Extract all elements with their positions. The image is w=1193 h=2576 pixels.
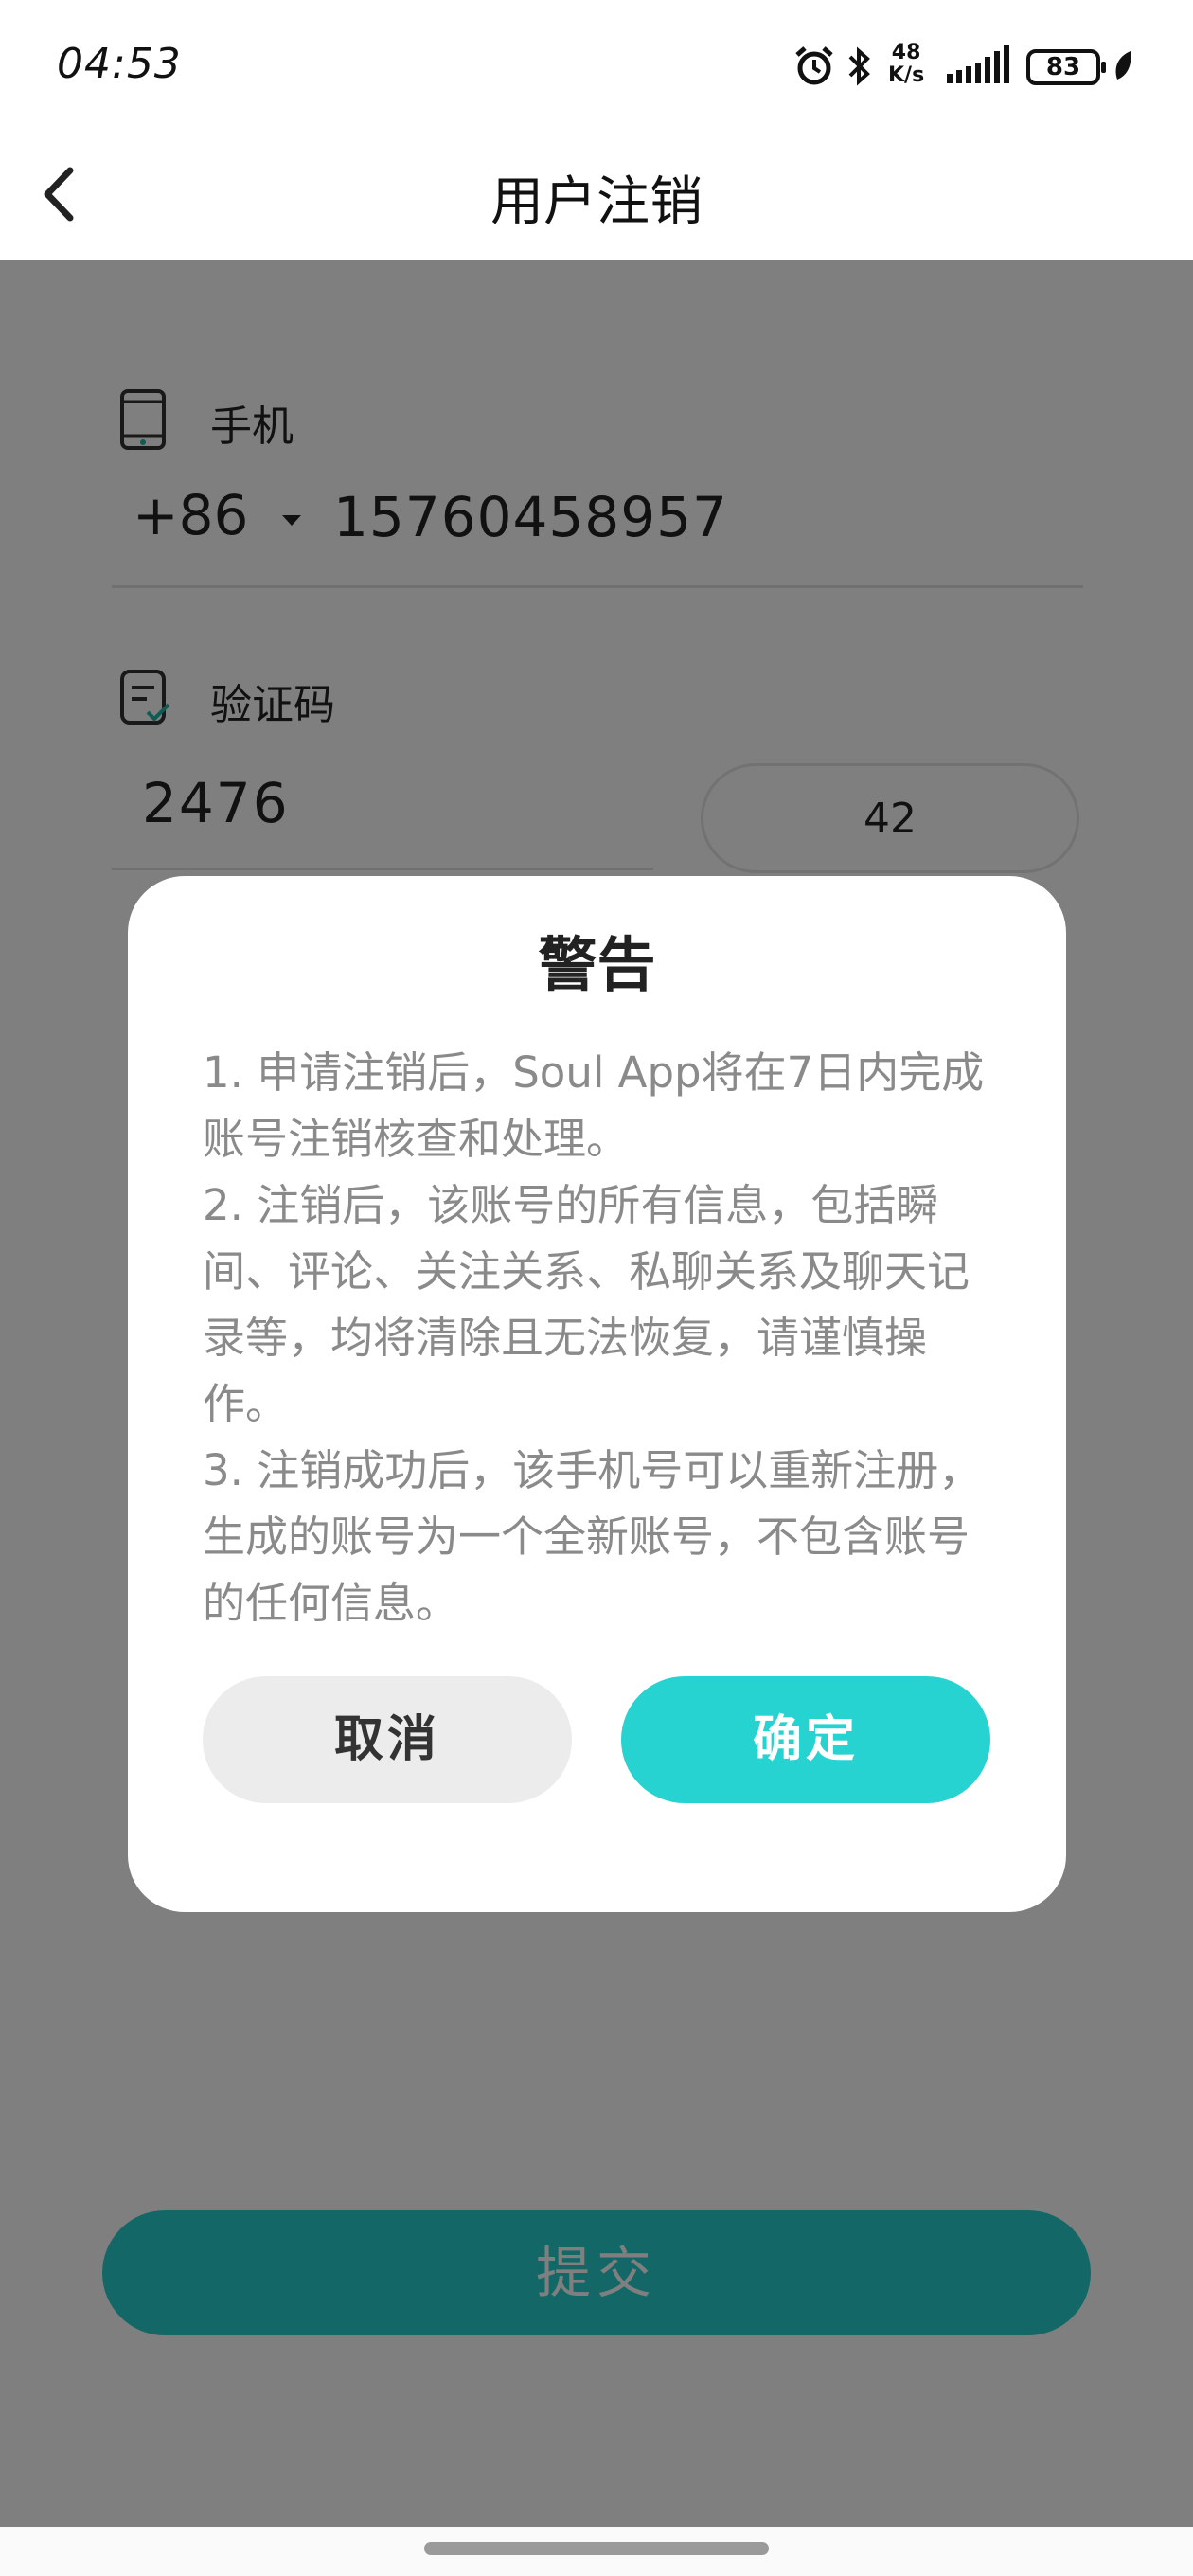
warning-item-1: 1. 申请注销后，Soul App将在7日内完成账号注销核查和处理。 (203, 1047, 985, 1164)
warning-item-3: 3. 注销成功后，该手机号可以重新注册，生成的账号为一个全新账号，不包含账号的任… (203, 1445, 982, 1628)
bluetooth-icon (848, 46, 870, 86)
battery-icon: 83 (1026, 49, 1106, 85)
leaf-icon (1115, 51, 1131, 80)
page-title: 用户注销 (490, 171, 703, 233)
cancel-button[interactable]: 取消 (203, 1676, 572, 1803)
confirm-button[interactable]: 确定 (621, 1676, 990, 1803)
net-speed-value: 48 (891, 41, 921, 64)
dialog-message: 1. 申请注销后，Soul App将在7日内完成账号注销核查和处理。 2. 注销… (203, 1040, 988, 1637)
net-speed-unit: K/s (888, 63, 925, 87)
alarm-icon (795, 46, 833, 85)
net-speed: 48 K/s (888, 42, 924, 87)
status-time: 04:53 (57, 40, 182, 88)
dialog-title: 警告 (538, 930, 656, 999)
home-indicator[interactable] (424, 2542, 769, 2555)
warning-item-2: 2. 注销后，该账号的所有信息，包括瞬间、评论、关注关系、私聊关系及聊天记录等，… (203, 1180, 970, 1429)
signal-icon (947, 45, 1009, 83)
